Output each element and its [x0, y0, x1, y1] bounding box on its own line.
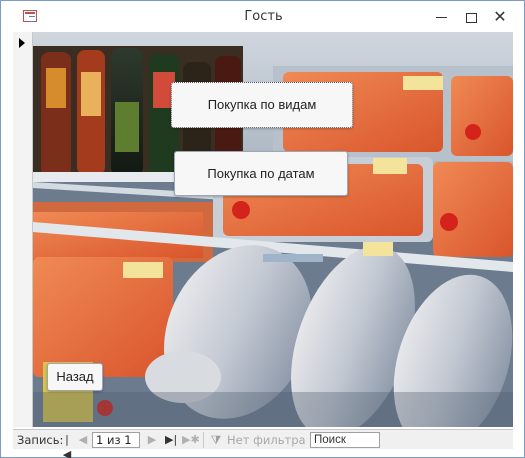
- form-window: Гость ✕ Покупка по видам Покупка по дата…: [0, 0, 525, 458]
- purchase-by-types-button[interactable]: Покупка по видам: [171, 82, 353, 128]
- filter-icon[interactable]: ⧩: [209, 433, 223, 447]
- filter-status[interactable]: Нет фильтра: [227, 433, 306, 447]
- minimize-icon: [435, 17, 447, 18]
- record-label: Запись:: [17, 433, 64, 447]
- new-record-icon[interactable]: ▶✱: [182, 432, 200, 447]
- previous-record-icon[interactable]: ◀: [77, 432, 89, 447]
- window-edge: [513, 32, 524, 449]
- current-record-field[interactable]: 1 из 1: [92, 432, 140, 448]
- current-record-icon: [19, 38, 25, 48]
- maximize-icon: [465, 12, 477, 23]
- minimize-button[interactable]: [426, 5, 456, 29]
- purchase-by-dates-button[interactable]: Покупка по датам: [174, 151, 348, 196]
- next-record-icon[interactable]: ▶: [146, 432, 158, 447]
- first-record-icon[interactable]: |◀: [61, 432, 73, 458]
- record-navigation-bar: Запись: |◀ ◀ 1 из 1 ▶ ▶| ▶✱ ⧩ Нет фильтр…: [13, 429, 513, 458]
- back-button[interactable]: Назад: [47, 363, 103, 391]
- last-record-icon[interactable]: ▶|: [165, 432, 177, 447]
- form-detail-section: Покупка по видам Покупка по датам Назад: [33, 32, 513, 427]
- close-button[interactable]: ✕: [485, 5, 515, 29]
- search-input[interactable]: [310, 432, 380, 448]
- record-selector[interactable]: [13, 32, 33, 427]
- title-bar[interactable]: Гость ✕: [1, 1, 524, 32]
- maximize-button[interactable]: [456, 5, 486, 29]
- close-icon: ✕: [493, 7, 507, 26]
- nav-separator: [203, 432, 204, 448]
